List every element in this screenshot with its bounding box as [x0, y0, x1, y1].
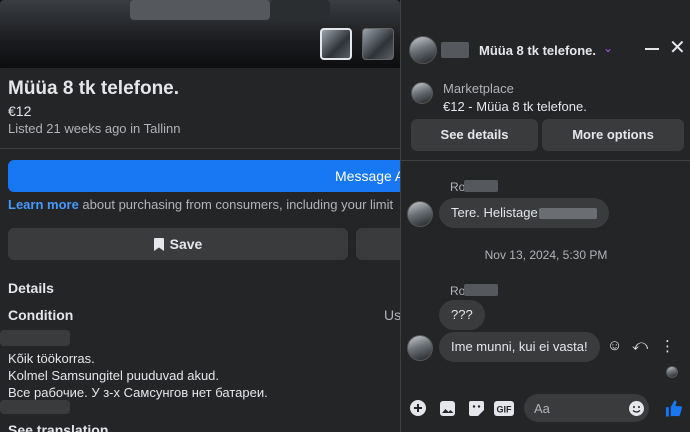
minimize-icon[interactable] — [645, 48, 659, 50]
listing-title: Müüa 8 tk telefone. — [8, 78, 180, 99]
sticker-icon[interactable] — [467, 399, 485, 417]
chat-window: Müüa 8 tk telefone. ⌄ ✕ Marketplace €12 … — [400, 0, 690, 432]
thumbs-up-icon[interactable] — [665, 399, 683, 417]
redacted-name — [464, 284, 498, 296]
description-line: Kõik töökorras. — [8, 351, 95, 366]
close-icon[interactable]: ✕ — [669, 38, 686, 58]
share-button[interactable] — [356, 228, 400, 260]
photo-thumbnail[interactable] — [362, 28, 394, 60]
photo-icon[interactable] — [438, 399, 456, 417]
reply-icon[interactable]: ⤺ — [632, 337, 648, 354]
listing-panel: Müüa 8 tk telefone. €12 Listed 21 weeks … — [0, 0, 400, 432]
message-timestamp: Nov 13, 2024, 5:30 PM — [484, 248, 608, 262]
listing-meta: Listed 21 weeks ago in Tallinn — [8, 121, 181, 136]
details-heading: Details — [8, 280, 54, 296]
sender-avatar[interactable] — [407, 201, 433, 227]
see-translation-link[interactable]: See translation — [8, 422, 108, 432]
divider — [401, 160, 690, 161]
plus-icon[interactable] — [409, 399, 427, 417]
gif-icon[interactable]: GIF — [494, 399, 514, 417]
more-options-button[interactable]: More options — [542, 119, 684, 151]
message-text: ??? — [451, 307, 473, 322]
save-button-label: Save — [169, 236, 203, 252]
seen-receipt-avatar — [666, 366, 678, 378]
message-button[interactable]: Message A — [8, 160, 400, 192]
message-bubble[interactable]: Tere. Helistage — [439, 198, 609, 228]
bookmark-icon — [153, 237, 164, 251]
message-bubble[interactable]: Ime munni, kui ei vasta! — [439, 332, 600, 362]
learn-more-link[interactable]: Learn more — [8, 197, 79, 212]
marketplace-label: Marketplace — [443, 81, 514, 96]
see-details-button[interactable]: See details — [411, 119, 538, 151]
chat-header[interactable]: Müüa 8 tk telefone. ⌄ ✕ — [401, 0, 690, 68]
chat-title[interactable]: Müüa 8 tk telefone. — [479, 43, 596, 58]
redacted-text — [0, 330, 70, 346]
emoji-icon[interactable] — [627, 399, 645, 417]
svg-text:GIF: GIF — [497, 404, 513, 414]
chevron-down-icon[interactable]: ⌄ — [603, 41, 613, 55]
marketplace-item: €12 - Müüa 8 tk telefone. — [443, 99, 587, 114]
redacted-text — [0, 400, 70, 414]
message-composer: GIF — [401, 390, 690, 432]
chat-avatar[interactable] — [409, 36, 437, 64]
save-button[interactable]: Save — [8, 228, 348, 260]
redacted-name — [441, 42, 469, 58]
redacted-text — [538, 208, 597, 220]
purchase-info: Learn more about purchasing from consume… — [8, 197, 393, 212]
emoji-icon[interactable]: ☺ — [607, 337, 622, 354]
condition-value: Us — [384, 307, 400, 323]
description-line: Все рабочие. У з-х Самсунгов нет батареи… — [8, 385, 268, 400]
marketplace-item-thumbnail — [411, 82, 433, 104]
message-text: Tere. Helistage — [451, 205, 538, 220]
listing-photo[interactable] — [0, 0, 400, 68]
redacted-name — [464, 180, 498, 192]
sender-avatar[interactable] — [407, 335, 433, 361]
condition-label: Condition — [8, 307, 74, 323]
purchase-info-text: about purchasing from consumers, includi… — [78, 197, 394, 212]
message-text: Ime munni, kui ei vasta! — [451, 339, 588, 354]
message-bubble[interactable]: ??? — [439, 300, 485, 330]
more-icon[interactable]: ⋮ — [660, 337, 675, 355]
photo-thumbnail[interactable] — [320, 28, 352, 60]
divider — [0, 148, 400, 149]
description-line: Kolmel Samsungitel puuduvad akud. — [8, 368, 220, 383]
listing-description: Kõik töökorras. Kolmel Samsungitel puudu… — [8, 350, 268, 401]
listing-price: €12 — [8, 103, 32, 119]
